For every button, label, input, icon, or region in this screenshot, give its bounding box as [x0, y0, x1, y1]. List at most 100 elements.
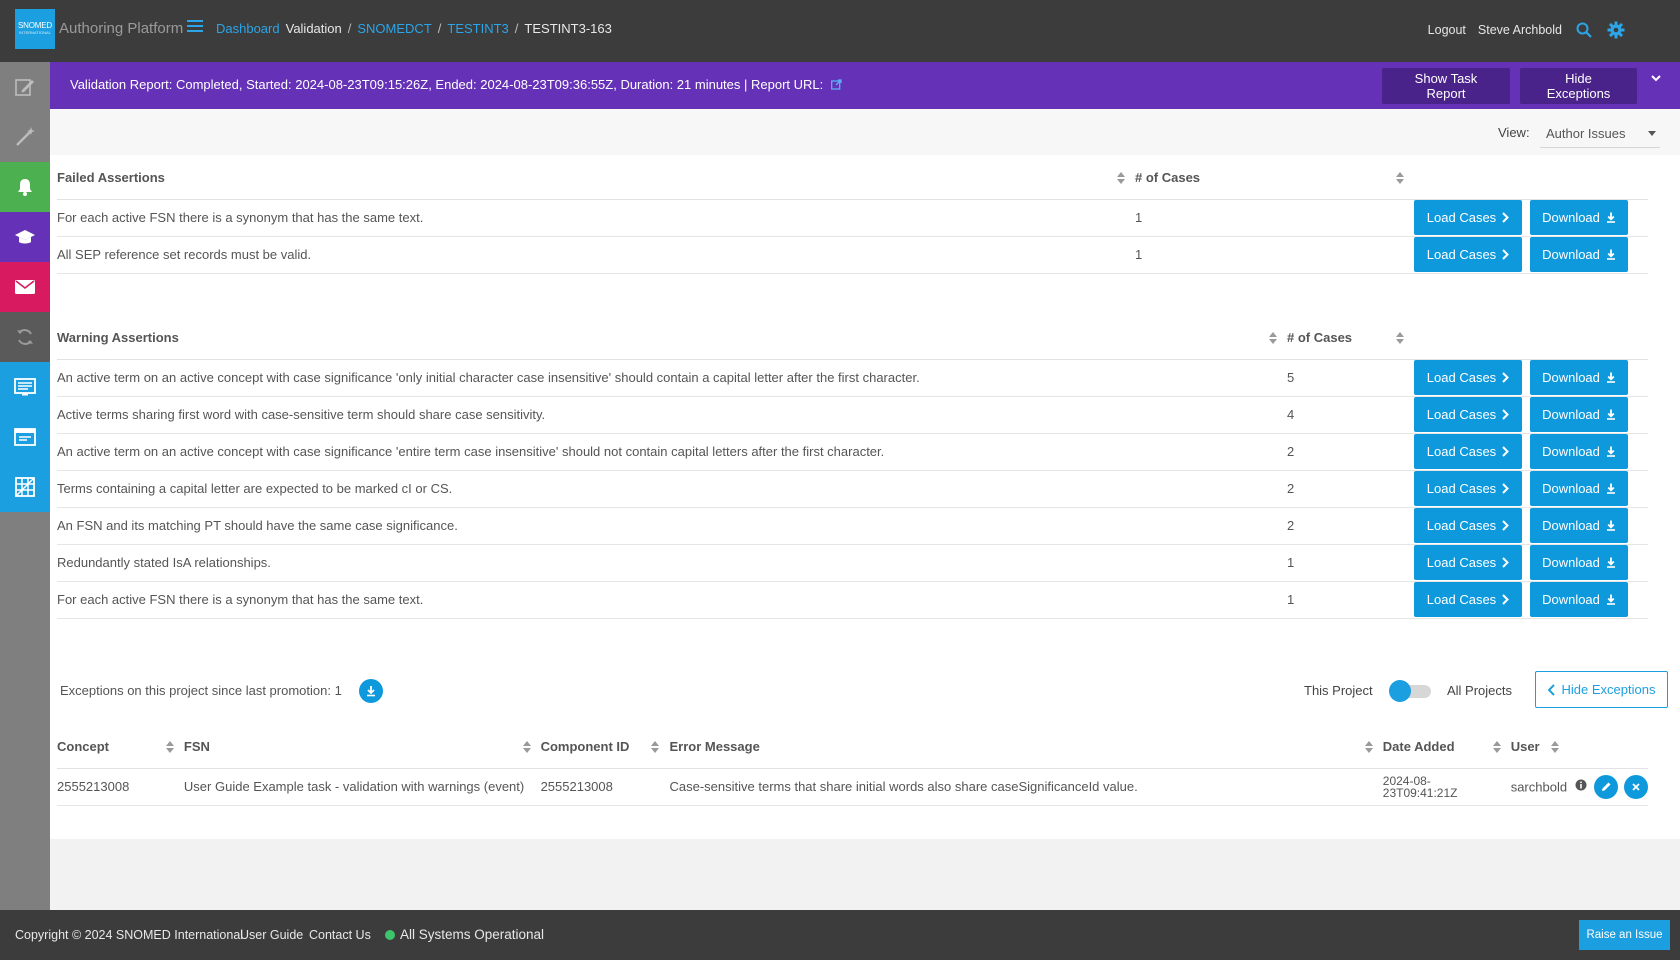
- load-cases-button[interactable]: Load Cases: [1414, 200, 1522, 235]
- chevron-down-icon[interactable]: [1648, 70, 1664, 86]
- show-task-report-button[interactable]: Show Task Report: [1382, 68, 1510, 104]
- load-cases-button[interactable]: Load Cases: [1414, 508, 1522, 543]
- table-row: An active term on an active concept with…: [57, 359, 1648, 397]
- project-scope-toggle[interactable]: [1389, 680, 1433, 702]
- table-header-row: Concept FSN Component ID Error Message D…: [57, 726, 1648, 769]
- load-cases-button[interactable]: Load Cases: [1414, 434, 1522, 469]
- failed-count-header[interactable]: # of Cases: [1135, 157, 1414, 200]
- load-cases-button[interactable]: Load Cases: [1414, 471, 1522, 506]
- failed-assertions-table: Failed Assertions # of Cases For each ac…: [57, 157, 1648, 274]
- case-count: 2: [1287, 433, 1414, 471]
- user-guide-link[interactable]: User Guide: [240, 928, 303, 942]
- breadcrumb-dashboard[interactable]: Dashboard: [216, 21, 280, 36]
- component-id-column-header[interactable]: Component ID: [540, 726, 670, 769]
- sort-icon[interactable]: [1492, 741, 1501, 753]
- browser-window-icon[interactable]: [0, 412, 50, 462]
- info-icon[interactable]: [1575, 779, 1587, 794]
- sort-icon[interactable]: [1396, 172, 1404, 184]
- assertion-text: For each active FSN there is a synonym t…: [57, 199, 1135, 237]
- exception-component-id: 2555213008: [540, 768, 670, 806]
- hide-exceptions-label: Hide Exceptions: [1561, 682, 1656, 697]
- download-button[interactable]: Download: [1530, 360, 1628, 395]
- download-button[interactable]: Download: [1530, 545, 1628, 580]
- concept-column-header[interactable]: Concept: [57, 726, 184, 769]
- failed-assertions-header[interactable]: Failed Assertions: [57, 157, 1135, 200]
- case-count: 1: [1135, 199, 1414, 237]
- gear-icon[interactable]: [1606, 20, 1626, 40]
- download-button[interactable]: Download: [1530, 237, 1628, 272]
- graduation-cap-icon[interactable]: [0, 212, 50, 262]
- download-icon: [1606, 409, 1615, 420]
- sort-icon[interactable]: [522, 741, 531, 753]
- grid-icon[interactable]: [0, 462, 50, 512]
- exception-concept[interactable]: 2555213008: [57, 768, 184, 806]
- warning-count-header[interactable]: # of Cases: [1287, 317, 1414, 360]
- edit-icon[interactable]: [0, 62, 50, 112]
- breadcrumb-project[interactable]: TESTINT3: [447, 21, 508, 36]
- row-actions: Load Cases Download: [1414, 433, 1648, 471]
- error-message-column-header[interactable]: Error Message: [669, 726, 1383, 769]
- breadcrumb: Dashboard Validation / SNOMEDCT / TESTIN…: [216, 21, 612, 36]
- exception-fsn: User Guide Example task - validation wit…: [183, 768, 541, 806]
- system-status-link[interactable]: All Systems Operational: [400, 927, 544, 942]
- logout-link[interactable]: Logout: [1428, 23, 1466, 37]
- download-label: Download: [1542, 518, 1600, 533]
- hamburger-menu-icon[interactable]: [187, 20, 203, 34]
- table-row: An FSN and its matching PT should have t…: [57, 507, 1648, 545]
- sort-icon[interactable]: [1364, 741, 1373, 753]
- contact-us-link[interactable]: Contact Us: [309, 928, 371, 942]
- sort-icon[interactable]: [165, 741, 174, 753]
- load-cases-button[interactable]: Load Cases: [1414, 360, 1522, 395]
- download-button[interactable]: Download: [1530, 582, 1628, 617]
- chevron-right-icon: [1502, 409, 1510, 420]
- table-row: Redundantly stated IsA relationships. 1 Lo…: [57, 544, 1648, 582]
- date-added-column-header[interactable]: Date Added: [1382, 726, 1511, 769]
- raise-issue-button[interactable]: Raise an Issue: [1579, 920, 1670, 950]
- external-link-icon[interactable]: [830, 78, 842, 93]
- download-button[interactable]: Download: [1530, 397, 1628, 432]
- load-cases-button[interactable]: Load Cases: [1414, 545, 1522, 580]
- all-projects-label: All Projects: [1447, 683, 1513, 698]
- sort-icon[interactable]: [1269, 332, 1277, 344]
- warning-assertions-header[interactable]: Warning Assertions: [57, 317, 1287, 360]
- list-panel-icon[interactable]: [0, 362, 50, 412]
- table-row: An active term on an active concept with…: [57, 433, 1648, 471]
- view-bar: View: Author Issues: [50, 109, 1680, 155]
- hide-exceptions-banner-button[interactable]: Hide Exceptions: [1520, 68, 1637, 104]
- load-cases-label: Load Cases: [1426, 407, 1497, 422]
- bell-icon[interactable]: [0, 162, 50, 212]
- hide-exceptions-button[interactable]: Hide Exceptions: [1535, 671, 1668, 708]
- load-cases-button[interactable]: Load Cases: [1414, 397, 1522, 432]
- download-button[interactable]: Download: [1530, 471, 1628, 506]
- assertion-text: Active terms sharing first word with cas…: [57, 396, 1287, 434]
- search-icon[interactable]: [1574, 20, 1594, 40]
- sort-icon[interactable]: [651, 741, 660, 753]
- breadcrumb-codesystem[interactable]: SNOMEDCT: [357, 21, 431, 36]
- download-button[interactable]: Download: [1530, 200, 1628, 235]
- sort-icon[interactable]: [1550, 741, 1559, 753]
- download-icon: [1606, 557, 1615, 568]
- download-button[interactable]: Download: [1530, 508, 1628, 543]
- download-label: Download: [1542, 444, 1600, 459]
- app-title[interactable]: Authoring Platform: [59, 20, 183, 37]
- download-icon: [1606, 212, 1615, 223]
- load-cases-button[interactable]: Load Cases: [1414, 237, 1522, 272]
- download-button[interactable]: Download: [1530, 434, 1628, 469]
- magic-wand-icon[interactable]: [0, 112, 50, 162]
- sync-icon[interactable]: [0, 312, 50, 362]
- load-cases-button[interactable]: Load Cases: [1414, 582, 1522, 617]
- snomed-logo[interactable]: SNOMED INTERNATIONAL: [15, 9, 55, 49]
- download-icon: [1606, 594, 1615, 605]
- edit-exception-icon[interactable]: [1594, 774, 1619, 799]
- user-name[interactable]: Steve Archbold: [1478, 23, 1562, 37]
- user-column-header[interactable]: User: [1510, 726, 1648, 769]
- view-select[interactable]: Author Issues: [1540, 118, 1660, 148]
- load-cases-label: Load Cases: [1426, 518, 1497, 533]
- envelope-icon[interactable]: [0, 262, 50, 312]
- exception-error-message: Case-sensitive terms that share initial …: [669, 768, 1383, 806]
- download-exceptions-icon[interactable]: [359, 679, 383, 703]
- sort-icon[interactable]: [1396, 332, 1404, 344]
- delete-exception-icon[interactable]: [1623, 774, 1648, 799]
- fsn-column-header[interactable]: FSN: [183, 726, 541, 769]
- sort-icon[interactable]: [1117, 172, 1125, 184]
